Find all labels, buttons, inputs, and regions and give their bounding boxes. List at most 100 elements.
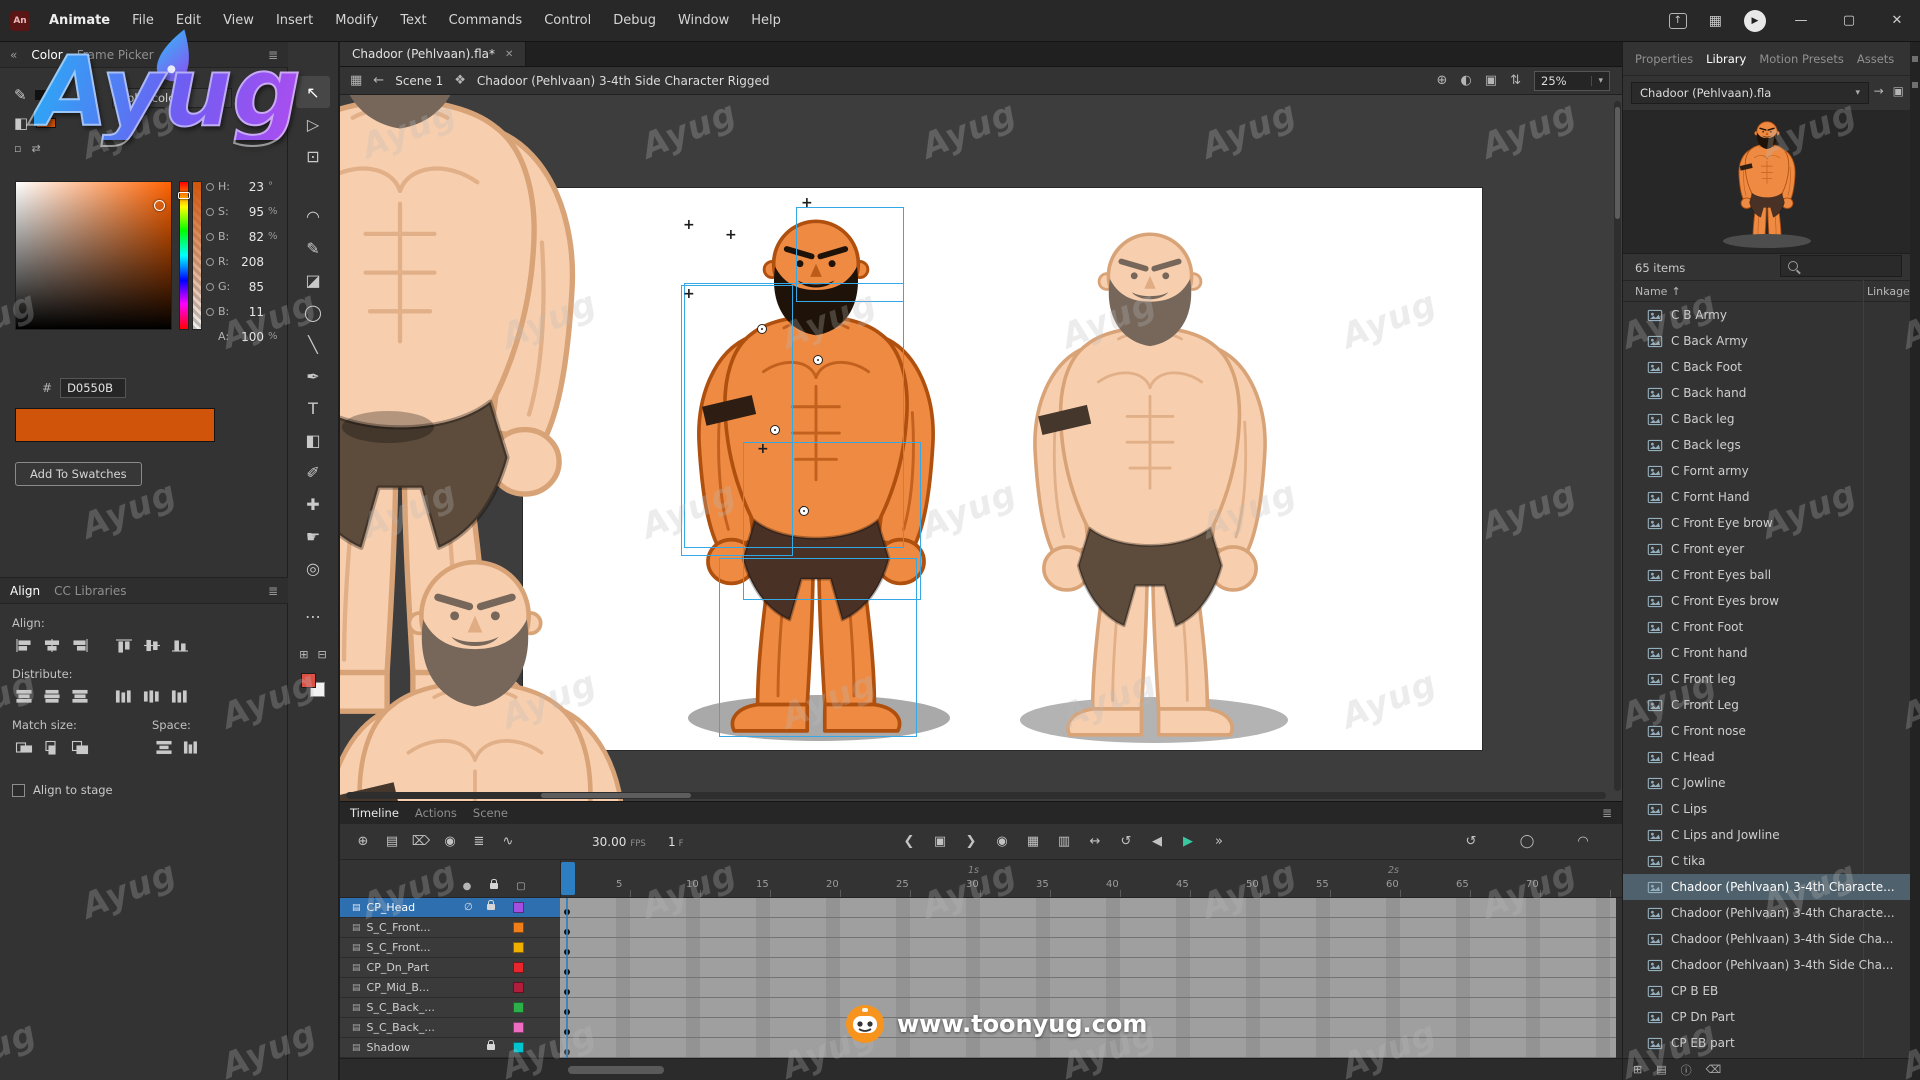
next-frame-button[interactable]: » — [1206, 834, 1232, 849]
menu-item-text[interactable]: Text — [389, 0, 437, 42]
step-forward-button[interactable]: ❯ — [958, 834, 984, 849]
library-item[interactable]: Chadoor (Pehlvaan) 3-4th Side Cha... — [1623, 952, 1911, 978]
library-item[interactable]: CP Dn Part — [1623, 1004, 1911, 1030]
test-movie-button[interactable]: ▶ — [1744, 10, 1766, 32]
library-item[interactable]: C Back Foot — [1623, 354, 1911, 380]
align-left-icon[interactable] — [12, 635, 36, 655]
stage-vscrollbar[interactable] — [1614, 101, 1621, 791]
library-search-input[interactable] — [1780, 255, 1902, 277]
layer-color-chip[interactable] — [513, 942, 524, 953]
marker-button[interactable]: ▣ — [927, 834, 953, 849]
layer-color-chip[interactable] — [513, 962, 524, 973]
menu-item-help[interactable]: Help — [740, 0, 792, 42]
radio-icon[interactable] — [206, 233, 214, 241]
back-icon[interactable]: ← — [373, 73, 384, 88]
fps-value[interactable]: 30.00 — [592, 835, 626, 849]
edit-scene-icon[interactable]: ▦ — [350, 73, 362, 88]
stage-pasteboard[interactable]: + + + + + + — [340, 95, 1622, 801]
library-item[interactable]: C Lips — [1623, 796, 1911, 822]
transform-handle[interactable]: + — [725, 228, 737, 242]
timeline-hscrollbar[interactable] — [340, 1058, 1622, 1080]
layer-color-chip[interactable] — [513, 982, 524, 993]
default-colors-icon[interactable]: ▫ — [14, 142, 21, 155]
ruler-number[interactable]: 5 — [616, 879, 622, 890]
tab-frame-picker[interactable]: Frame Picker — [77, 48, 154, 62]
menu-item-view[interactable]: View — [212, 0, 265, 42]
add-layer-button[interactable]: ⊕ — [350, 834, 376, 849]
onion-outlines-button[interactable]: ▦ — [1020, 834, 1046, 849]
library-item[interactable]: C Front hand — [1623, 640, 1911, 666]
pen-tool[interactable]: ✒ — [296, 360, 330, 392]
add-folder-button[interactable]: ▤ — [379, 834, 405, 849]
library-item[interactable]: C Front Eyes ball — [1623, 562, 1911, 588]
library-item[interactable]: C B Army — [1623, 302, 1911, 328]
ruler-number[interactable]: 55 — [1316, 879, 1329, 890]
transform-handle[interactable]: + — [683, 218, 695, 232]
saturation-brightness-picker[interactable] — [15, 181, 172, 330]
paint-bucket-tool[interactable]: ◧ — [296, 424, 330, 456]
new-symbol-button[interactable]: ⊞ — [1633, 1063, 1642, 1076]
menu-item-insert[interactable]: Insert — [265, 0, 324, 42]
layer-depth-button[interactable]: ≣ — [466, 834, 492, 849]
rotation-icon[interactable]: ◐ — [1460, 73, 1471, 88]
space-horizontal-icon[interactable] — [180, 737, 204, 757]
menu-item-debug[interactable]: Debug — [602, 0, 667, 42]
layer-frames-band[interactable] — [560, 998, 1616, 1018]
library-item[interactable]: C Back Army — [1623, 328, 1911, 354]
registration-point[interactable] — [770, 425, 780, 435]
play-button[interactable]: ▶ — [1175, 834, 1201, 849]
ruler-number[interactable]: 20 — [826, 879, 839, 890]
tab-cc-libraries[interactable]: CC Libraries — [54, 584, 126, 598]
align-right-icon[interactable] — [68, 635, 92, 655]
library-item[interactable]: CP EB part — [1623, 1030, 1911, 1056]
color-field-value[interactable]: 95 — [238, 205, 264, 219]
library-item[interactable]: C Front Foot — [1623, 614, 1911, 640]
menu-item-edit[interactable]: Edit — [165, 0, 212, 42]
layer-frames-band[interactable] — [560, 898, 1616, 918]
distribute-bottom-icon[interactable] — [68, 686, 92, 706]
center-stage-icon[interactable]: ⊕ — [1437, 73, 1448, 88]
center-playhead-button[interactable]: ◯ — [1514, 834, 1540, 849]
close-icon[interactable]: ✕ — [505, 49, 513, 60]
distribute-middle-icon[interactable] — [40, 686, 64, 706]
library-item[interactable]: C Front Eye brow — [1623, 510, 1911, 536]
timeline-tab-timeline[interactable]: Timeline — [350, 806, 399, 820]
library-item[interactable]: C Front nose — [1623, 718, 1911, 744]
hand-tool[interactable]: ☛ — [296, 520, 330, 552]
frame-range-button[interactable]: ↔ — [1082, 834, 1108, 849]
brush-tool[interactable]: ✎ — [296, 232, 330, 264]
new-library-window-icon[interactable]: ▣ — [1893, 84, 1904, 98]
sb-cursor[interactable] — [154, 200, 165, 211]
fill-color-tool[interactable]: ◧ — [14, 114, 28, 132]
library-item[interactable]: C Jowline — [1623, 770, 1911, 796]
color-field-value[interactable]: 208 — [238, 255, 264, 269]
layer-row[interactable]: ▤CP_Mid_B... — [340, 978, 560, 998]
sync-button[interactable]: ↺ — [1458, 834, 1484, 849]
layer-row[interactable]: ▤S_C_Front... — [340, 918, 560, 938]
library-item[interactable]: CP B EB — [1623, 978, 1911, 1004]
layer-lock-icon[interactable] — [487, 902, 495, 913]
ruler-number[interactable]: 65 — [1456, 879, 1469, 890]
color-type-select[interactable]: Solid color ▾ — [112, 88, 232, 108]
layer-row[interactable]: ▤CP_Dn_Part — [340, 958, 560, 978]
collapse-panel-icon[interactable]: « — [10, 48, 17, 62]
show-hide-column-icon[interactable]: ● — [460, 881, 474, 892]
sort-ascending-icon[interactable]: ↑ — [1671, 285, 1680, 298]
layer-row[interactable]: ▤Shadow — [340, 1038, 560, 1058]
ruler-number[interactable]: 40 — [1106, 879, 1119, 890]
lock-column-icon[interactable] — [487, 881, 501, 892]
layer-frames-band[interactable] — [560, 1018, 1616, 1038]
loop-button[interactable]: ↺ — [1113, 834, 1139, 849]
menu-item-commands[interactable]: Commands — [438, 0, 534, 42]
library-item[interactable]: C Front leg — [1623, 666, 1911, 692]
share-icon[interactable]: ↑ — [1669, 13, 1687, 29]
subselection-tool[interactable]: ▷ — [296, 108, 330, 140]
layer-frames-band[interactable] — [560, 958, 1616, 978]
library-item[interactable]: Chadoor (Pehlvaan) 3-4th Characte... — [1623, 900, 1911, 926]
library-item[interactable]: C Fornt Hand — [1623, 484, 1911, 510]
onion-skin-button[interactable]: ◉ — [989, 834, 1015, 849]
library-item[interactable]: C Back legs — [1623, 432, 1911, 458]
library-item[interactable]: C Back leg — [1623, 406, 1911, 432]
library-document-select[interactable]: Chadoor (Pehlvaan).fla ▾ — [1631, 82, 1869, 104]
pasteboard-character-partial[interactable] — [340, 527, 660, 801]
